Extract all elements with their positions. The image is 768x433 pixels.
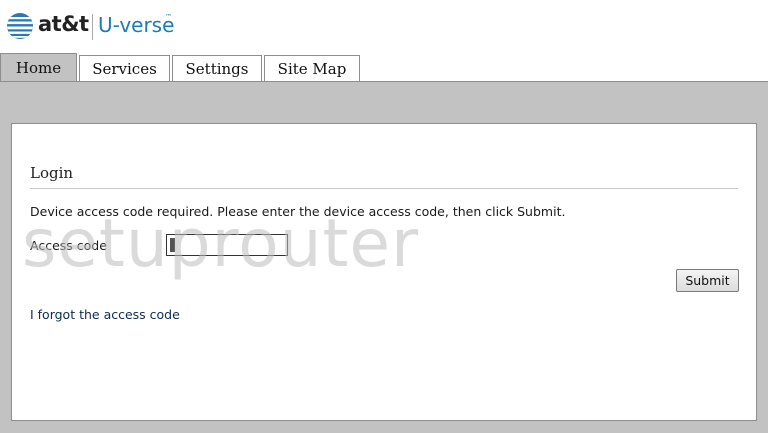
product-wordmark: U-verse [98,13,175,37]
tab-home[interactable]: Home [0,53,77,81]
tab-services[interactable]: Services [79,55,170,81]
access-code-label: Access code [30,238,107,253]
att-globe-icon [7,13,33,39]
forgot-access-code-link[interactable]: I forgot the access code [30,307,180,322]
login-panel: Login Device access code required. Pleas… [11,123,757,421]
tab-bar: Home Services Settings Site Map [0,53,768,82]
trademark-symbol: ™ [165,13,172,21]
login-instructions: Device access code required. Please ente… [30,204,566,219]
logo-divider [92,14,93,40]
heading-divider [30,188,738,189]
brand-wordmark: at&t [38,12,89,36]
content-frame: Login Device access code required. Pleas… [0,81,768,433]
login-heading: Login [30,164,74,182]
tab-site-map[interactable]: Site Map [264,55,360,81]
submit-button[interactable]: Submit [676,269,739,292]
tab-settings[interactable]: Settings [172,55,262,81]
access-code-input[interactable] [166,234,288,256]
header: at&t U-verse ™ [0,0,768,55]
text-cursor [170,238,175,252]
